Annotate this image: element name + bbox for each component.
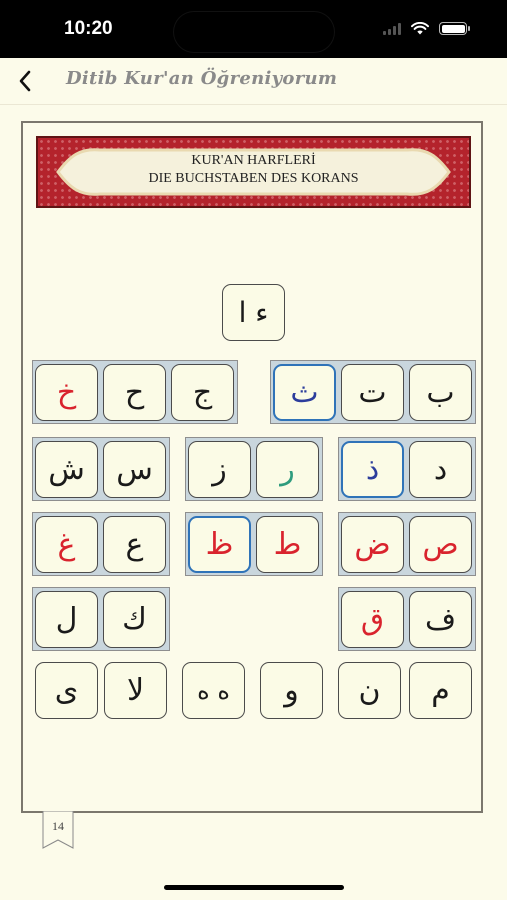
cellular-signal-icon (383, 22, 401, 35)
nav-bar: Ditib Kur'an Öğreniyorum (0, 58, 507, 105)
page-number-bookmark: 14 (42, 810, 74, 849)
home-indicator[interactable] (164, 885, 344, 890)
banner-title: KUR'AN HARFLERİ DIE BUCHSTABEN DES KORAN… (38, 152, 469, 188)
status-icons (383, 22, 470, 35)
chevron-left-icon (19, 70, 31, 92)
letter-tile-sad[interactable]: ص (409, 516, 472, 573)
letter-tile-ra[interactable]: ر (256, 441, 319, 498)
letter-tile-zaa[interactable]: ظ (188, 516, 251, 573)
letter-tile-qaf[interactable]: ق (341, 591, 404, 648)
letter-tile-sin[interactable]: س (103, 441, 166, 498)
letter-tile-lam-alif[interactable]: لا (104, 662, 167, 719)
letter-tile-kha[interactable]: خ (35, 364, 98, 421)
letter-tile-ghayn[interactable]: غ (35, 516, 98, 573)
letter-tile-kaf[interactable]: ك (103, 591, 166, 648)
letter-tile-lam[interactable]: ل (35, 591, 98, 648)
letter-tile-ha[interactable]: ح (103, 364, 166, 421)
page-number: 14 (52, 819, 64, 833)
letter-tile-fa[interactable]: ف (409, 591, 472, 648)
title-banner: KUR'AN HARFLERİ DIE BUCHSTABEN DES KORAN… (36, 136, 471, 208)
banner-line-german: DIE BUCHSTABEN DES KORANS (148, 171, 359, 186)
letter-tile-ayn[interactable]: ع (103, 516, 166, 573)
letter-tile-jim[interactable]: ج (171, 364, 234, 421)
status-bar: 10:20 (0, 0, 507, 58)
letter-tile-zay[interactable]: ز (188, 441, 251, 498)
letter-tile-mim[interactable]: م (409, 662, 472, 719)
letter-tile-nun[interactable]: ن (338, 662, 401, 719)
battery-icon (439, 22, 470, 35)
nav-title: Ditib Kur'an Öğreniyorum (66, 68, 338, 89)
letter-tile-dad[interactable]: ض (341, 516, 404, 573)
letter-tile-dhal[interactable]: ذ (341, 441, 404, 498)
letter-tile-waw[interactable]: و (260, 662, 323, 719)
letter-tile-alif-hamza[interactable]: ء ا (222, 284, 285, 341)
wifi-icon (411, 22, 429, 35)
letter-tile-ta[interactable]: ت (341, 364, 404, 421)
status-time: 10:20 (64, 18, 113, 39)
banner-line-turkish: KUR'AN HARFLERİ (191, 153, 316, 168)
letter-tile-dal[interactable]: د (409, 441, 472, 498)
letter-tile-taa[interactable]: ط (256, 516, 319, 573)
back-button[interactable] (8, 64, 42, 98)
letter-tile-tha[interactable]: ث (273, 364, 336, 421)
letter-tile-ba[interactable]: ب (409, 364, 472, 421)
letter-tile-haa[interactable]: ه ه (182, 662, 245, 719)
dynamic-island (174, 12, 334, 52)
letter-tile-ya[interactable]: ى (35, 662, 98, 719)
letter-tile-shin[interactable]: ش (35, 441, 98, 498)
